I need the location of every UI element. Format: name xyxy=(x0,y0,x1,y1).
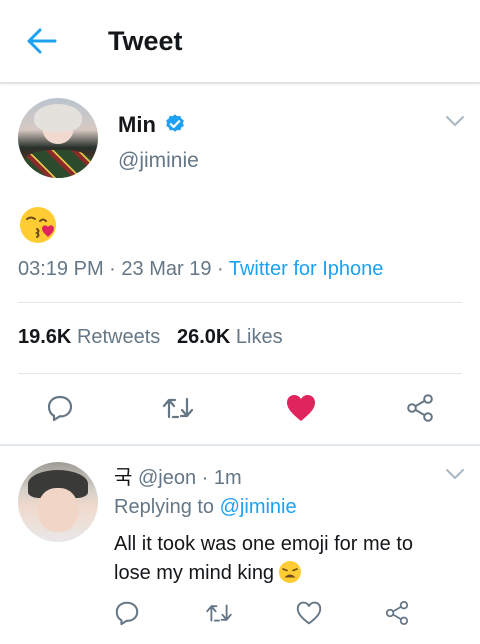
retweets-count[interactable]: 19.6K xyxy=(18,326,71,348)
likes-label[interactable]: Likes xyxy=(236,326,283,348)
retweets-label[interactable]: Retweets xyxy=(77,326,160,348)
replying-to-link[interactable]: @jiminie xyxy=(220,496,297,518)
replying-prefix: Replying to xyxy=(114,496,215,518)
reply-author-name[interactable]: 국 xyxy=(114,467,132,489)
retweet-icon[interactable] xyxy=(204,602,234,624)
retweet-icon[interactable] xyxy=(161,395,195,421)
reply-time: 1m xyxy=(213,467,242,489)
top-bar: Tweet xyxy=(0,0,480,84)
section-divider xyxy=(0,444,480,446)
avatar[interactable] xyxy=(18,98,98,178)
reply-icon[interactable] xyxy=(114,600,140,626)
reply-header: 국 @jeon · 1m xyxy=(114,467,242,489)
reply-author-handle[interactable]: @jeon xyxy=(138,467,196,489)
page-title: Tweet xyxy=(108,26,183,56)
chevron-down-icon[interactable] xyxy=(444,467,466,481)
replying-to-line: Replying to @jiminie xyxy=(114,496,297,519)
reply-body: All it took was one emoji for me to lose… xyxy=(114,533,414,584)
verified-badge-icon xyxy=(166,114,184,132)
author-handle[interactable]: @jiminie xyxy=(118,149,199,173)
weary-face-emoji-icon xyxy=(279,561,302,583)
tweet-source-link[interactable]: Twitter for Iphone xyxy=(229,258,384,280)
divider xyxy=(18,302,462,303)
like-outline-icon[interactable] xyxy=(295,600,323,626)
tweet-time: 03:19 PM xyxy=(18,258,104,280)
reply-icon[interactable] xyxy=(46,394,74,422)
share-icon[interactable] xyxy=(405,393,435,423)
author-name[interactable]: Min xyxy=(118,112,156,138)
tweet-timestamp: 03:19 PM · 23 Mar 19 · Twitter for Iphon… xyxy=(18,258,384,280)
chevron-down-icon[interactable] xyxy=(444,114,466,128)
likes-count[interactable]: 26.0K xyxy=(177,326,230,348)
share-icon[interactable] xyxy=(384,600,410,626)
like-heart-icon[interactable] xyxy=(285,393,317,423)
arrow-left-icon[interactable] xyxy=(24,26,58,56)
tweet-date: 23 Mar 19 xyxy=(121,258,212,280)
divider xyxy=(18,373,462,374)
kissing-heart-emoji-icon xyxy=(20,207,56,243)
reply-text: All it took was one emoji for me to lose… xyxy=(114,530,454,588)
engagement-stats: 19.6K Retweets 26.0K Likes xyxy=(18,326,283,349)
reply-avatar[interactable] xyxy=(18,462,98,542)
